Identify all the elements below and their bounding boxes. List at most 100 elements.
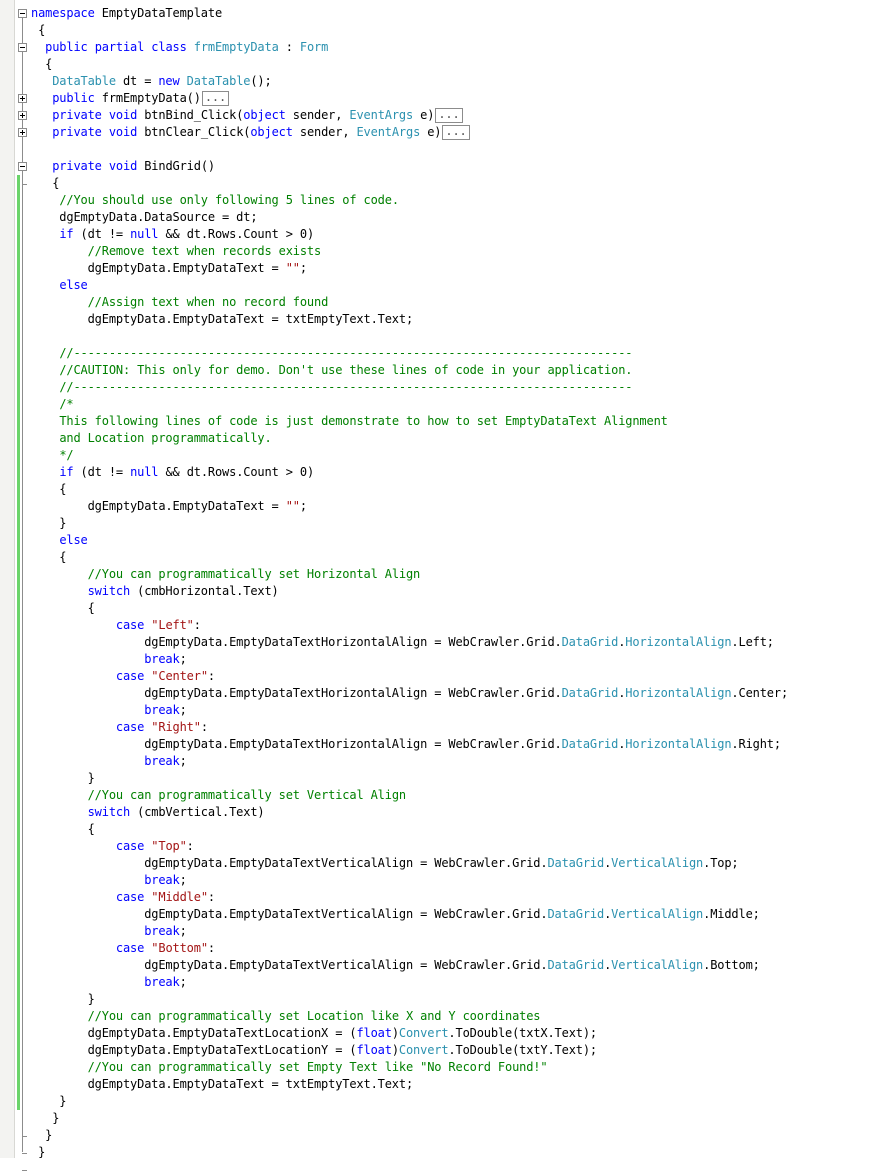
code-token: (dt !=	[73, 227, 131, 241]
code-line[interactable]: if (dt != null && dt.Rows.Count > 0)	[0, 464, 881, 481]
code-line[interactable]: {	[0, 821, 881, 838]
code-line[interactable]: case "Right":	[0, 719, 881, 736]
type-token: DataGrid	[547, 907, 605, 921]
code-line[interactable]: {	[0, 481, 881, 498]
code-line[interactable]	[0, 328, 881, 345]
code-line[interactable]: dgEmptyData.EmptyDataTextVerticalAlign =…	[0, 957, 881, 974]
code-line[interactable]: and Location programmatically.	[0, 430, 881, 447]
code-line[interactable]: break;	[0, 974, 881, 991]
code-line[interactable]: dgEmptyData.EmptyDataTextHorizontalAlign…	[0, 736, 881, 753]
code-line[interactable]: case "Left":	[0, 617, 881, 634]
code-line[interactable]: case "Top":	[0, 838, 881, 855]
keyword-token: if	[59, 465, 74, 479]
code-line[interactable]: dgEmptyData.EmptyDataText = txtEmptyText…	[0, 311, 881, 328]
code-line[interactable]: //--------------------------------------…	[0, 379, 881, 396]
code-line[interactable]: }	[0, 1127, 881, 1144]
code-token: ;	[299, 261, 307, 275]
code-line[interactable]: //Remove text when records exists	[0, 243, 881, 260]
code-line[interactable]: break;	[0, 923, 881, 940]
code-line[interactable]: dgEmptyData.EmptyDataTextLocationY = (fl…	[0, 1042, 881, 1059]
keyword-token: switch	[87, 584, 131, 598]
code-line[interactable]: private void btnBind_Click(object sender…	[0, 107, 881, 124]
code-line[interactable]: {	[0, 549, 881, 566]
code-line[interactable]: }	[0, 991, 881, 1008]
code-line[interactable]: dgEmptyData.EmptyDataText = txtEmptyText…	[0, 1076, 881, 1093]
code-line[interactable]: case "Bottom":	[0, 940, 881, 957]
code-line[interactable]: DataTable dt = new DataTable();	[0, 73, 881, 90]
code-line[interactable]: //You can programmatically set Empty Tex…	[0, 1059, 881, 1076]
code-line[interactable]: break;	[0, 753, 881, 770]
collapsed-region-button[interactable]: ...	[442, 125, 470, 140]
code-line[interactable]: dgEmptyData.EmptyDataTextVerticalAlign =…	[0, 855, 881, 872]
type-token: DataTable	[186, 74, 251, 88]
code-line[interactable]: break;	[0, 872, 881, 889]
code-line[interactable]: {	[0, 600, 881, 617]
code-line[interactable]: //--------------------------------------…	[0, 345, 881, 362]
code-token: )	[391, 1043, 399, 1057]
code-line[interactable]: This following lines of code is just dem…	[0, 413, 881, 430]
keyword-token: void	[108, 125, 138, 139]
keyword-token: public	[52, 91, 95, 105]
code-line[interactable]: break;	[0, 651, 881, 668]
code-line[interactable]: else	[0, 532, 881, 549]
code-line[interactable]: private void btnClear_Click(object sende…	[0, 124, 881, 141]
type-token: HorizontalAlign	[625, 635, 732, 649]
code-line[interactable]: case "Center":	[0, 668, 881, 685]
keyword-token: else	[59, 278, 88, 292]
keyword-token: if	[59, 227, 74, 241]
code-editor[interactable]: namespace EmptyDataTemplate { public par…	[0, 5, 881, 1161]
code-line[interactable]: dgEmptyData.EmptyDataText = "";	[0, 260, 881, 277]
code-line[interactable]: //You can programmatically set Horizonta…	[0, 566, 881, 583]
code-line[interactable]: }	[0, 1110, 881, 1127]
code-line[interactable]: public frmEmptyData()...	[0, 90, 881, 107]
code-token: ;	[179, 924, 187, 938]
code-line[interactable]: //You should use only following 5 lines …	[0, 192, 881, 209]
code-line[interactable]: }	[0, 770, 881, 787]
code-line[interactable]: //CAUTION: This only for demo. Don't use…	[0, 362, 881, 379]
code-line[interactable]: switch (cmbVertical.Text)	[0, 804, 881, 821]
code-line[interactable]: if (dt != null && dt.Rows.Count > 0)	[0, 226, 881, 243]
code-line[interactable]: //You can programmatically set Vertical …	[0, 787, 881, 804]
code-token: EmptyDataTemplate	[94, 6, 223, 20]
code-line[interactable]	[0, 141, 881, 158]
code-line[interactable]: //You can programmatically set Location …	[0, 1008, 881, 1025]
code-line[interactable]: //Assign text when no record found	[0, 294, 881, 311]
code-line[interactable]: dgEmptyData.EmptyDataTextLocationX = (fl…	[0, 1025, 881, 1042]
keyword-token: case	[115, 720, 145, 734]
code-line[interactable]: }	[0, 1144, 881, 1161]
code-token: :	[207, 941, 215, 955]
code-line[interactable]: break;	[0, 702, 881, 719]
code-line[interactable]: dgEmptyData.EmptyDataTextHorizontalAlign…	[0, 685, 881, 702]
type-token: HorizontalAlign	[625, 686, 732, 700]
code-line[interactable]: dgEmptyData.EmptyDataText = "";	[0, 498, 881, 515]
collapsed-region-button[interactable]: ...	[201, 91, 230, 106]
code-line[interactable]: */	[0, 447, 881, 464]
code-line[interactable]: {	[0, 56, 881, 73]
code-line[interactable]: /*	[0, 396, 881, 413]
code-line[interactable]: }	[0, 1093, 881, 1110]
code-line[interactable]: private void BindGrid()	[0, 158, 881, 175]
code-line[interactable]: dgEmptyData.DataSource = dt;	[0, 209, 881, 226]
code-line[interactable]: public partial class frmEmptyData : Form	[0, 39, 881, 56]
code-line[interactable]: switch (cmbHorizontal.Text)	[0, 583, 881, 600]
code-line[interactable]: case "Middle":	[0, 889, 881, 906]
code-line[interactable]: {	[0, 22, 881, 39]
code-line[interactable]: }	[0, 515, 881, 532]
collapsed-region-button[interactable]: ...	[435, 108, 463, 123]
code-token: dgEmptyData.EmptyDataTextLocationX = (	[31, 1026, 357, 1040]
code-token: e)	[420, 125, 442, 139]
code-line[interactable]: dgEmptyData.EmptyDataTextVerticalAlign =…	[0, 906, 881, 923]
code-line[interactable]: else	[0, 277, 881, 294]
code-line[interactable]: namespace EmptyDataTemplate	[0, 5, 881, 22]
code-line[interactable]: {	[0, 175, 881, 192]
code-line[interactable]: dgEmptyData.EmptyDataTextHorizontalAlign…	[0, 634, 881, 651]
code-token: }	[31, 516, 67, 530]
